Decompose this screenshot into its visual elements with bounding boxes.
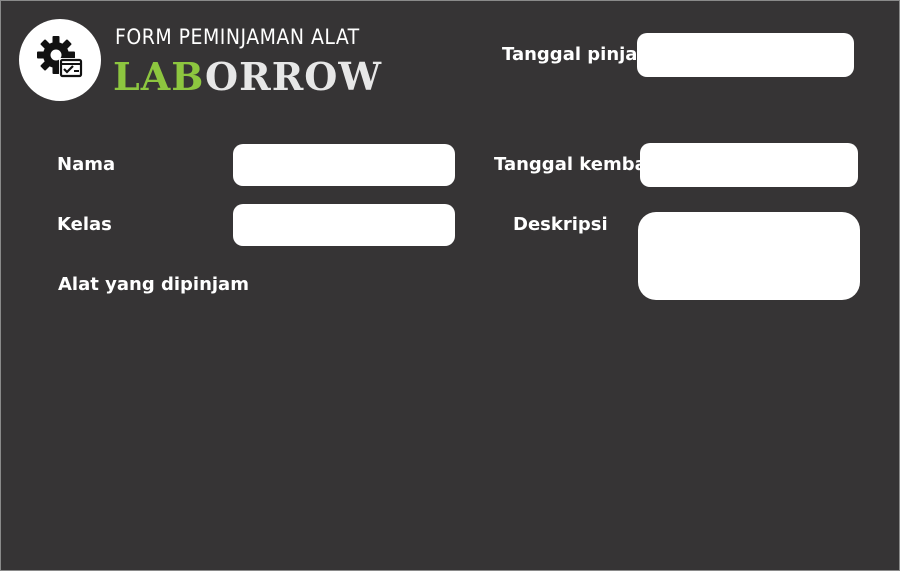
nama-label: Nama — [57, 154, 116, 175]
app-title-accent: LAB — [113, 54, 206, 99]
deskripsi-field[interactable] — [638, 212, 860, 300]
app-title-rest: ORROW — [205, 54, 383, 99]
logo — [19, 19, 101, 101]
tanggal-kembali-label: Tanggal kembali — [494, 154, 660, 175]
tanggal-kembali-field[interactable] — [640, 143, 858, 187]
tanggal-pinjam-field[interactable] — [637, 33, 854, 77]
app-title: LABORROW — [113, 51, 382, 103]
alat-dipinjam-label: Alat yang dipinjam — [58, 274, 249, 295]
tanggal-pinjam-label: Tanggal pinjam — [502, 44, 657, 65]
kelas-field[interactable] — [233, 204, 455, 246]
form-window: FORM PEMINJAMAN ALAT LABORROW Tanggal pi… — [0, 0, 900, 571]
kelas-label: Kelas — [57, 214, 112, 235]
app-subtitle: FORM PEMINJAMAN ALAT — [115, 25, 360, 49]
deskripsi-label: Deskripsi — [513, 214, 608, 235]
gear-checklist-icon — [37, 36, 83, 78]
nama-field[interactable] — [233, 144, 455, 186]
